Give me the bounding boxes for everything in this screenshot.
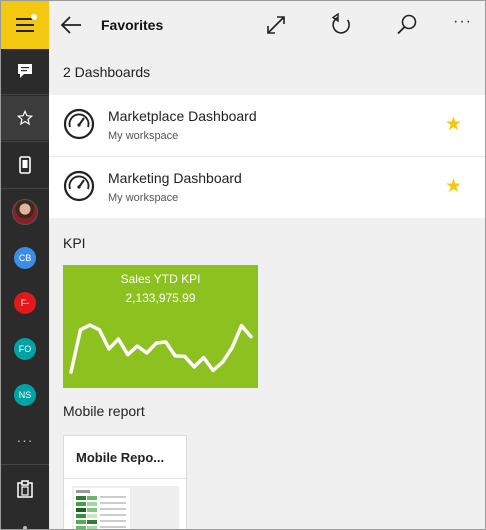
app-window: CB F- FO NS ··· Favorites ··· 2 Dashboar…: [0, 0, 486, 530]
top-bar: Favorites ···: [49, 1, 485, 49]
user-profile-button[interactable]: [1, 190, 49, 234]
dashboard-name: Marketing Dashboard: [108, 170, 242, 186]
report-thumbnail-image: [72, 486, 179, 529]
chat-icon: [18, 64, 32, 78]
workspace-avatar: F-: [14, 292, 36, 314]
kpi-tile-value: 2,133,975.99: [125, 291, 196, 305]
hamburger-menu-button[interactable]: [1, 1, 49, 49]
notification-dot: [31, 14, 37, 20]
dashboard-gauge-icon: [63, 170, 95, 202]
clipboard-nav-button[interactable]: [1, 467, 49, 511]
dashboard-gauge-icon: [63, 108, 95, 140]
refresh-icon[interactable]: [329, 13, 353, 37]
rail-divider: [1, 188, 49, 189]
workspace-avatar: FO: [14, 338, 36, 360]
favorites-nav-button[interactable]: [1, 96, 49, 140]
rail-divider: [1, 141, 49, 142]
dashboard-item[interactable]: Marketing Dashboard My workspace ★: [49, 157, 485, 218]
dashboard-item[interactable]: Marketplace Dashboard My workspace ★: [49, 95, 485, 156]
sidebar-item-fo[interactable]: FO: [1, 327, 49, 371]
notifications-button[interactable]: [1, 49, 49, 93]
mobile-report-title: Mobile Repo...: [76, 450, 165, 465]
kpi-tile-title: Sales YTD KPI: [120, 272, 201, 286]
kpi-tile[interactable]: Sales YTD KPI 2,133,975.99: [63, 265, 258, 388]
favorite-star-icon[interactable]: ★: [445, 177, 462, 196]
rail-more-bottom[interactable]: [1, 513, 49, 529]
kpi-heading: KPI: [63, 235, 86, 251]
dashboard-name: Marketplace Dashboard: [108, 108, 257, 124]
kpi-trend-line: [69, 323, 253, 374]
more-icon: ···: [16, 432, 34, 448]
report-thumbnail: [72, 486, 179, 529]
mobile-report-card[interactable]: Mobile Repo...: [63, 435, 187, 529]
sidebar-item-f[interactable]: F-: [1, 281, 49, 325]
rail-divider: [1, 94, 49, 95]
card-divider: [64, 478, 186, 479]
workspace-avatar: NS: [14, 384, 36, 406]
dashboards-heading: 2 Dashboards: [63, 64, 151, 80]
star-icon: [17, 110, 33, 126]
dashboard-workspace: My workspace: [108, 192, 179, 204]
hamburger-menu-icon: [16, 18, 34, 32]
sidebar-item-ns[interactable]: NS: [1, 373, 49, 417]
more-options-button[interactable]: ···: [453, 13, 472, 31]
user-photo: [12, 199, 38, 225]
search-icon[interactable]: [395, 13, 419, 37]
left-nav-rail: CB F- FO NS ···: [1, 1, 49, 529]
dashboard-workspace: My workspace: [108, 130, 179, 142]
phone-icon: [19, 156, 31, 174]
clipboard-icon: [17, 480, 33, 498]
workspace-avatar: CB: [14, 247, 36, 269]
page-title: Favorites: [101, 17, 164, 33]
mobile-report-heading: Mobile report: [63, 403, 145, 419]
fullscreen-icon[interactable]: [264, 13, 288, 37]
apps-nav-button[interactable]: [1, 143, 49, 187]
more-workspaces-button[interactable]: ···: [1, 418, 49, 462]
favorite-star-icon[interactable]: ★: [445, 115, 462, 134]
rail-divider: [1, 464, 49, 465]
sidebar-item-cb[interactable]: CB: [1, 236, 49, 280]
dot-icon: [23, 526, 27, 529]
back-arrow-icon[interactable]: [59, 13, 83, 37]
